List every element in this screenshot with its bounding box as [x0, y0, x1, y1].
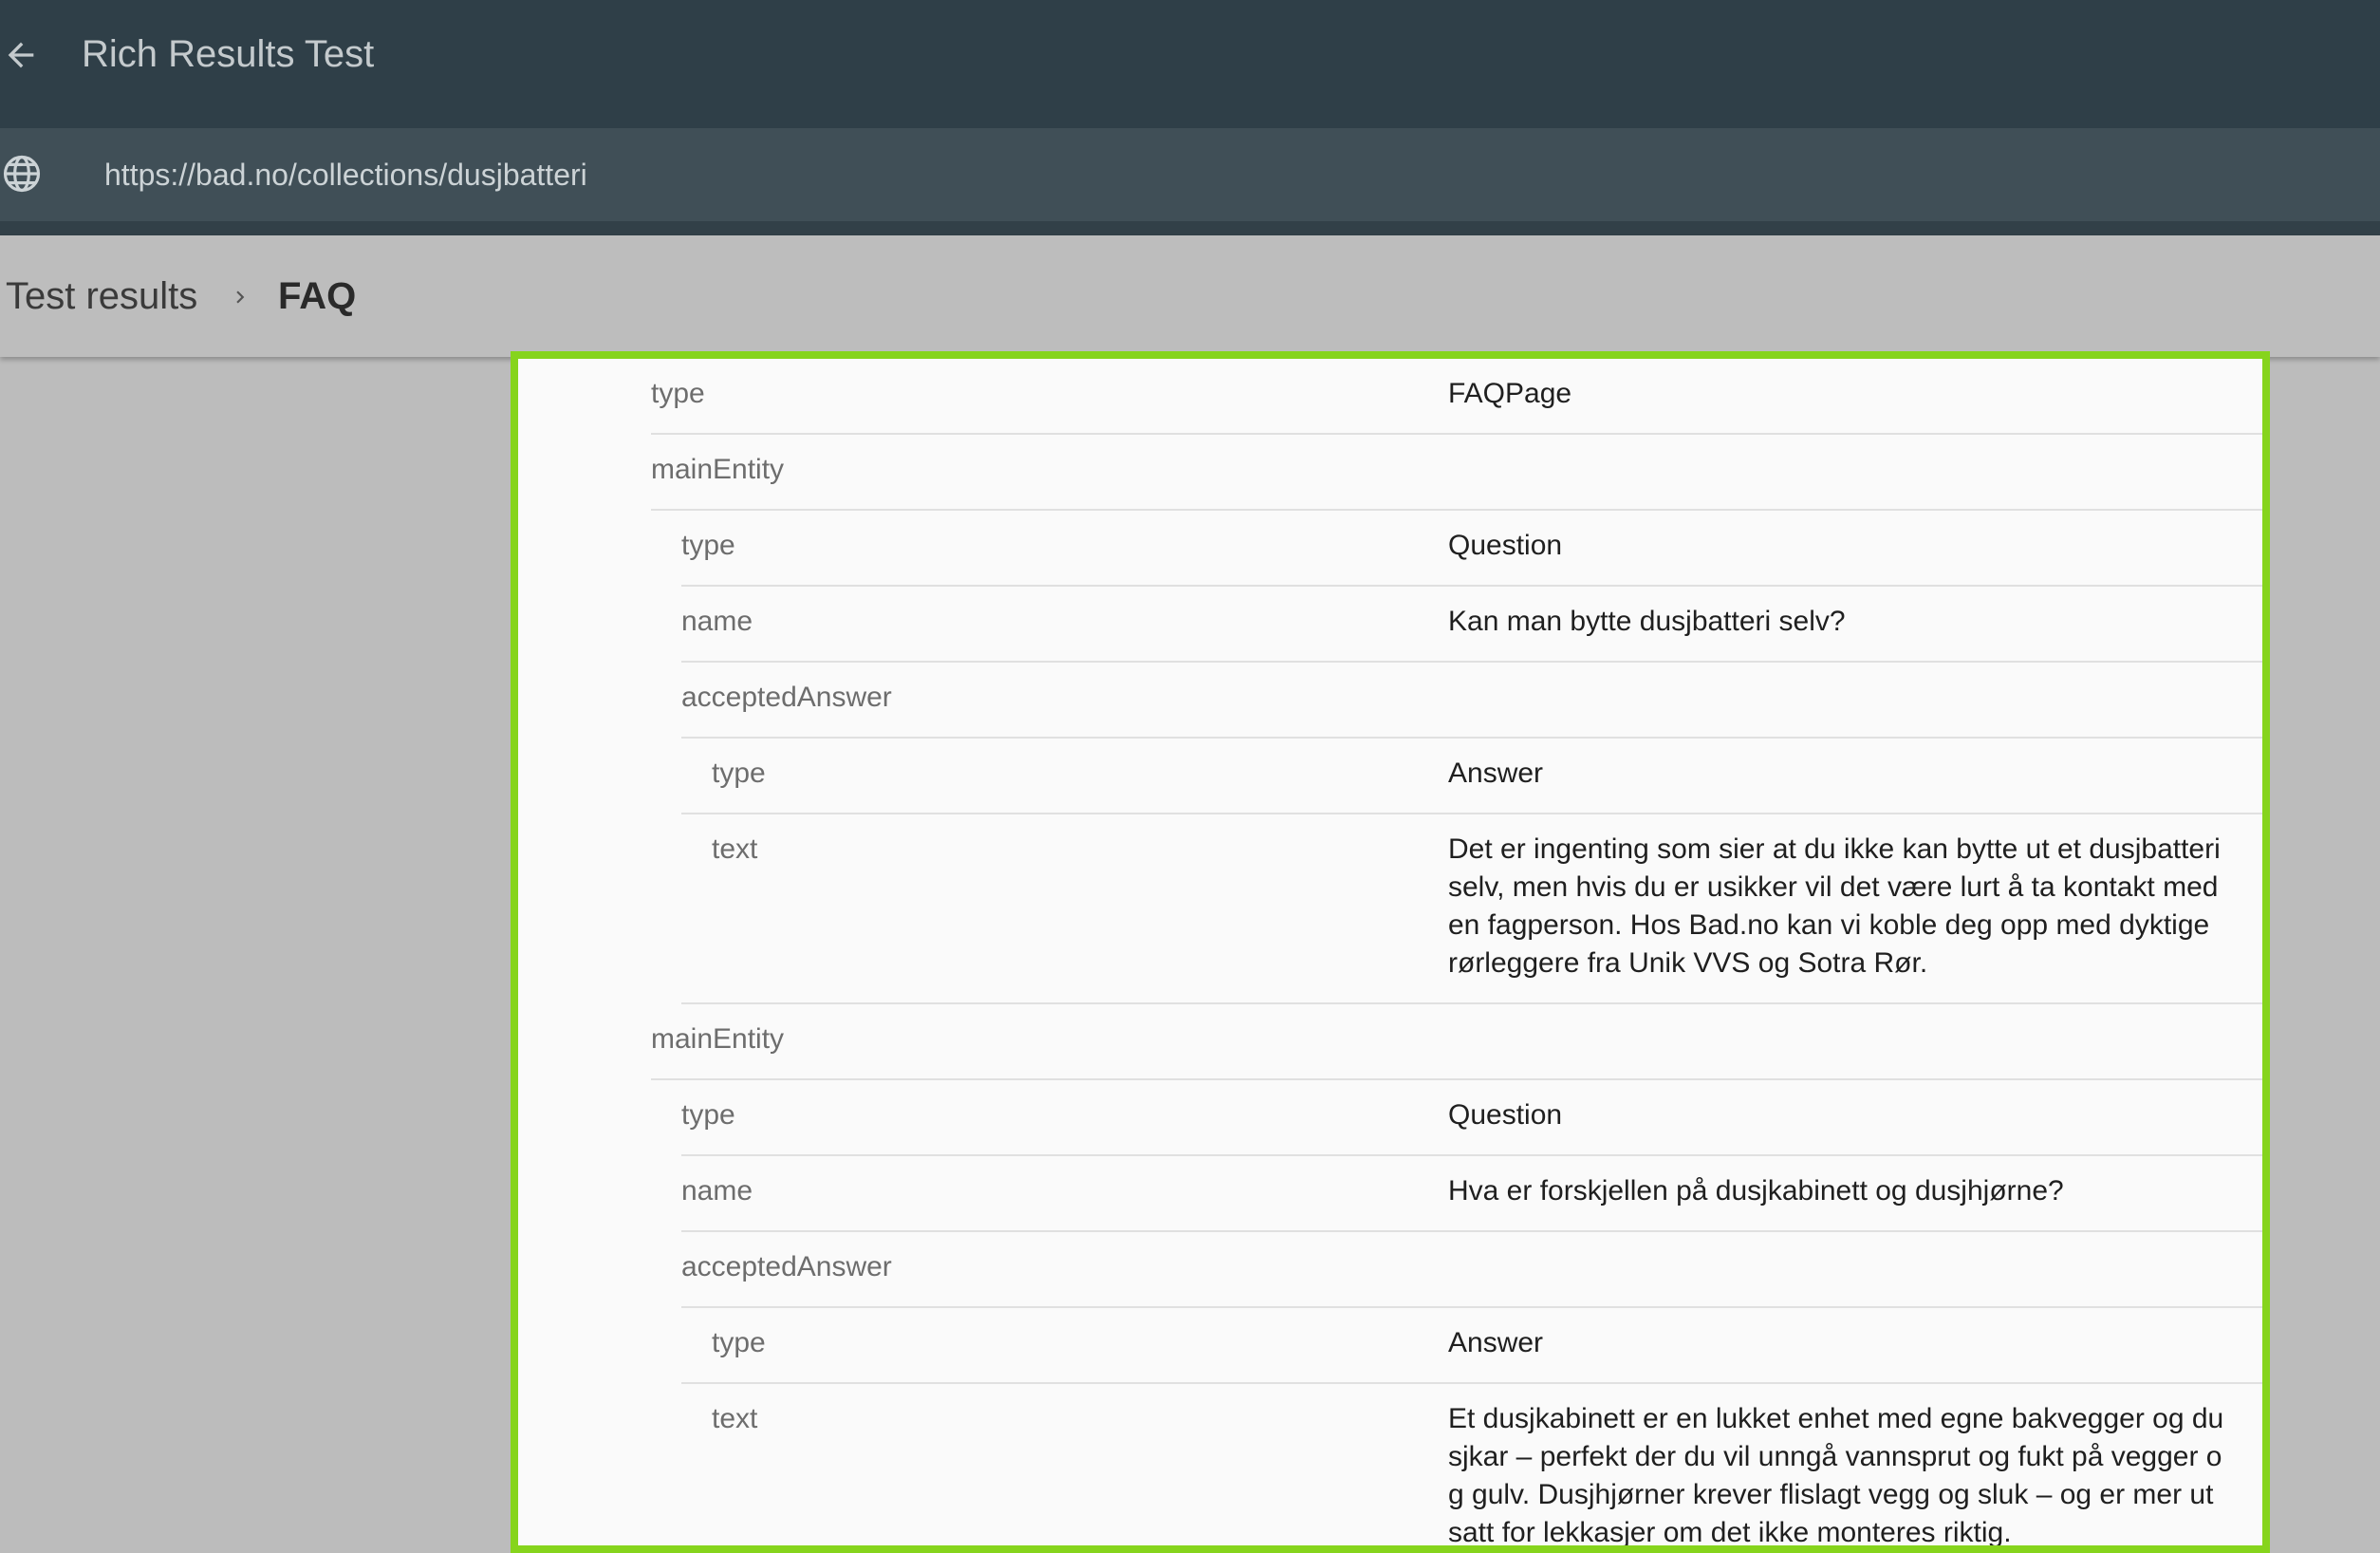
property-row: type Question [681, 511, 2262, 587]
property-name: mainEntity [651, 454, 785, 485]
property-name: text [712, 1403, 758, 1434]
property-row: type Question [681, 1080, 2262, 1156]
chevron-right-icon [236, 290, 245, 304]
property-row: acceptedAnswer [681, 1232, 2262, 1308]
property-name: type [651, 378, 705, 409]
property-value: Det er ingenting som sier at du ikke kan… [1448, 833, 2221, 979]
property-name: acceptedAnswer [681, 1251, 892, 1282]
property-name: type [712, 1327, 766, 1358]
property-name: name [681, 606, 753, 637]
property-value: Question [1448, 1099, 1563, 1131]
property-name: type [681, 1099, 735, 1131]
property-name: acceptedAnswer [681, 682, 892, 713]
property-row: name Kan man bytte dusjbatteri selv? [681, 587, 2262, 663]
property-value: Answer [1448, 758, 1544, 789]
property-row: acceptedAnswer [681, 663, 2262, 739]
property-row: type Answer [681, 1308, 2262, 1384]
property-row: mainEntity [651, 435, 2262, 511]
property-value: Answer [1448, 1327, 1544, 1358]
property-value: Question [1448, 530, 1563, 561]
property-value: Et dusjkabinett er en lukket enhet med e… [1448, 1403, 2224, 1548]
property-row: text Det er ingenting som sier at du ikke… [681, 814, 2262, 1004]
property-name: text [712, 833, 758, 865]
structured-data-panel: type FAQPage mainEntity type Question name Kan… [511, 351, 2270, 1553]
property-row: mainEntity [651, 1004, 2262, 1080]
property-row: name Hva er forskjellen på dusjkabinett o… [681, 1156, 2262, 1232]
tested-url[interactable]: https://bad.no/collections/dusjbatteri [104, 156, 587, 194]
property-name: mainEntity [651, 1023, 785, 1055]
property-name: type [712, 758, 766, 789]
breadcrumb-test-results[interactable]: Test results [6, 272, 197, 320]
property-name: type [681, 530, 735, 561]
property-value: Hva er forskjellen på dusjkabinett og du… [1448, 1175, 2064, 1207]
property-row: text Et dusjkabinett er en lukket enhet m… [681, 1384, 2262, 1548]
breadcrumb-current: FAQ [278, 275, 357, 317]
property-name: name [681, 1175, 753, 1207]
breadcrumb [0, 235, 2380, 357]
app-title: Rich Results Test [82, 33, 375, 75]
back-arrow-icon[interactable] [2, 36, 40, 74]
property-row: type Answer [681, 739, 2262, 814]
property-value: FAQPage [1448, 378, 1572, 409]
url-bar-divider [0, 221, 2380, 235]
property-value: Kan man bytte dusjbatteri selv? [1448, 606, 1846, 637]
property-row: type FAQPage [651, 359, 2262, 435]
globe-icon [3, 155, 41, 193]
